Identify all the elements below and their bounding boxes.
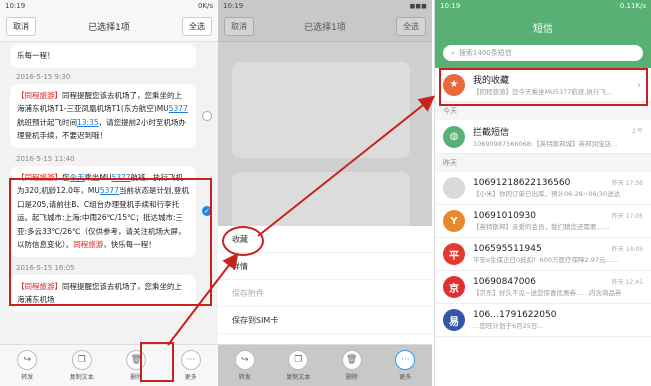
selection-top-bar: 取消 已选择1项 全选: [218, 12, 432, 42]
forward-button[interactable]: ↪ 转发: [230, 350, 260, 381]
search-input[interactable]: ⌕ 搜索1400条短信: [443, 45, 643, 61]
toolbar-label: 更多: [399, 374, 412, 381]
toolbar-label: 转发: [21, 374, 34, 381]
copy-icon: ❐: [71, 350, 92, 370]
sms-list-panel: 10:19 0.11K/s 短信 ⌕ 搜索1400条短信 ★ 我的收藏 【同程旅…: [434, 0, 651, 386]
status-net: ◼◼◼: [409, 2, 427, 10]
more-icon: ···: [180, 350, 201, 370]
message-text: 航班预计起飞时间: [17, 117, 77, 127]
search-placeholder: 搜索1400条短信: [458, 49, 512, 57]
sms-conversation-row[interactable]: 易 106…1791622050 …您旺计划于6月25日…: [435, 304, 651, 337]
copy-text-button[interactable]: ❐ 复制文本: [283, 350, 313, 381]
search-icon: ⌕: [451, 48, 455, 57]
delete-button[interactable]: 🗑 删除: [337, 350, 367, 381]
bottom-toolbar: ↪ 转发 ❐ 复制文本 🗑 删除 ··· 更多: [218, 344, 432, 386]
cancel-button[interactable]: 取消: [224, 17, 254, 36]
select-all-button[interactable]: 全选: [181, 17, 212, 36]
more-icon: ···: [395, 350, 416, 370]
dimmed-message-list: [218, 42, 432, 252]
forward-icon: ↪: [234, 350, 255, 370]
favorites-highlight: [439, 68, 648, 106]
section-yesterday: 昨天: [435, 154, 651, 172]
toolbar-label: 更多: [184, 374, 197, 381]
more-menu-panel: 10:19 ◼◼◼ 取消 已选择1项 全选 收藏 详情 保存附件 保存到SIM卡…: [218, 0, 432, 386]
message-timestamp: 2016-5-15 11:40: [16, 154, 75, 163]
trash-icon: 🗑: [341, 350, 362, 370]
row-time: 上午: [630, 128, 643, 135]
sms-header: 短信: [435, 12, 651, 42]
search-bar-container: ⌕ 搜索1400条短信: [435, 42, 651, 68]
status-time: 10:19: [440, 2, 461, 10]
shield-icon: ◍: [443, 125, 465, 148]
avatar: 易: [443, 309, 465, 331]
more-button-highlight: [140, 342, 174, 382]
copy-text-button[interactable]: ❐ 复制文本: [67, 350, 97, 381]
toolbar-label: 复制文本: [69, 374, 94, 381]
row-time: 昨天 12:41: [611, 279, 643, 286]
more-button[interactable]: ··· 更多: [176, 350, 206, 381]
menu-item-details[interactable]: 详情: [218, 253, 432, 280]
message-selection-panel: 10:19 0K/s 取消 已选择1项 全选 乐每一程！ 2016-5-15 9…: [0, 0, 218, 386]
sender-name: 106…1791622050: [473, 310, 557, 320]
selection-top-bar: 取消 已选择1项 全选: [0, 12, 218, 42]
bottom-toolbar: ↪ 转发 ❐ 复制文本 🗑 删除 ··· 更多: [0, 344, 218, 386]
menu-item-save-attachment[interactable]: 保存附件: [218, 280, 432, 307]
message-bubble[interactable]: 【同程旅游】同程提醒您该去机场了，您乘坐的上海浦东机场T1-三亚凤凰机场T1(东…: [10, 83, 212, 148]
blocked-snippet: 10690987566068:【英特斯邦城】英邦润宝店...: [473, 140, 618, 148]
toolbar-label: 转发: [238, 374, 251, 381]
more-button[interactable]: ··· 更多: [390, 350, 420, 381]
blocked-sms-row[interactable]: ◍ 拦截短信 10690987566068:【英特斯邦城】英邦润宝店... 上午: [435, 120, 651, 154]
message-text: 乐每一程！: [17, 51, 55, 60]
status-time: 10:19: [223, 2, 244, 10]
status-bar: 10:19 0K/s: [0, 0, 218, 12]
blocked-name: 拦截短信: [473, 128, 510, 138]
page-title: 短信: [533, 23, 553, 35]
avatar: 京: [443, 276, 465, 298]
copy-icon: ❐: [288, 350, 309, 370]
status-net: 0.11K/s: [619, 2, 646, 10]
status-time: 10:19: [5, 2, 26, 10]
row-time: 昨天 14:05: [611, 246, 643, 253]
sms-conversation-row[interactable]: Y 10691010930 【英特斯邦】亲爱的会员，我们猜您还需要…… 昨天 17:0…: [435, 205, 651, 238]
avatar: 平: [443, 243, 465, 265]
status-bar: 10:19 ◼◼◼: [218, 0, 432, 12]
cancel-button[interactable]: 取消: [6, 17, 36, 36]
message-bubble-partial[interactable]: 乐每一程！: [10, 44, 196, 68]
sms-conversation-row[interactable]: 10691218622136560 【小米】你的订单已出库，预计06-28~06/…: [435, 172, 651, 205]
message-snippet: …您旺计划于6月25日…: [473, 322, 544, 330]
message-link[interactable]: 13:35: [77, 118, 99, 127]
select-radio[interactable]: [202, 110, 212, 121]
toolbar-label: 复制文本: [286, 374, 311, 381]
forward-button[interactable]: ↪ 转发: [12, 350, 42, 381]
selection-title: 已选择1项: [304, 23, 346, 33]
avatar: [443, 177, 465, 199]
sms-conversation-row[interactable]: 京 10690847006 【京东】好久不见~送您惊喜优惠券……内含商品券 昨天 12…: [435, 271, 651, 304]
selected-message-highlight: [9, 178, 212, 306]
message-timestamp: 2016-5-15 9:30: [16, 72, 71, 81]
avatar: Y: [443, 210, 465, 232]
message-tag: 【同程: [17, 90, 40, 100]
message-tag: 旅游】: [39, 90, 63, 100]
message-snippet: 平安e生保正日0抵扣！600万医疗保障2.97元……: [473, 256, 619, 264]
row-time: 昨天 17:05: [611, 213, 643, 220]
message-snippet: 【京东】好久不见~送您惊喜优惠券……内含商品券: [473, 289, 622, 297]
message-bubble-dimmed: [232, 62, 410, 158]
status-net: 0K/s: [197, 2, 213, 10]
sms-rows: 10691218622136560 【小米】你的订单已出库，预计06-28~06/…: [435, 172, 651, 337]
menu-item-save-to-sim[interactable]: 保存到SIM卡: [218, 307, 432, 334]
status-bar: 10:19 0.11K/s: [435, 0, 651, 12]
select-all-button[interactable]: 全选: [395, 17, 426, 36]
message-snippet: 【英特斯邦】亲爱的会员，我们猜您还需要……: [473, 223, 610, 231]
message-snippet: 【小米】你的订单已出库，预计06-28~06/30送达: [473, 190, 621, 198]
forward-icon: ↪: [17, 350, 38, 370]
sms-conversation-row[interactable]: 平 106595511945 平安e生保正日0抵扣！600万医疗保障2.97元…… 昨…: [435, 238, 651, 271]
row-time: 昨天 17:56: [611, 180, 643, 187]
toolbar-label: 删除: [345, 374, 358, 381]
selection-title: 已选择1项: [88, 23, 130, 33]
favorite-highlight-circle: [222, 226, 264, 256]
message-link[interactable]: 5377: [169, 104, 188, 113]
